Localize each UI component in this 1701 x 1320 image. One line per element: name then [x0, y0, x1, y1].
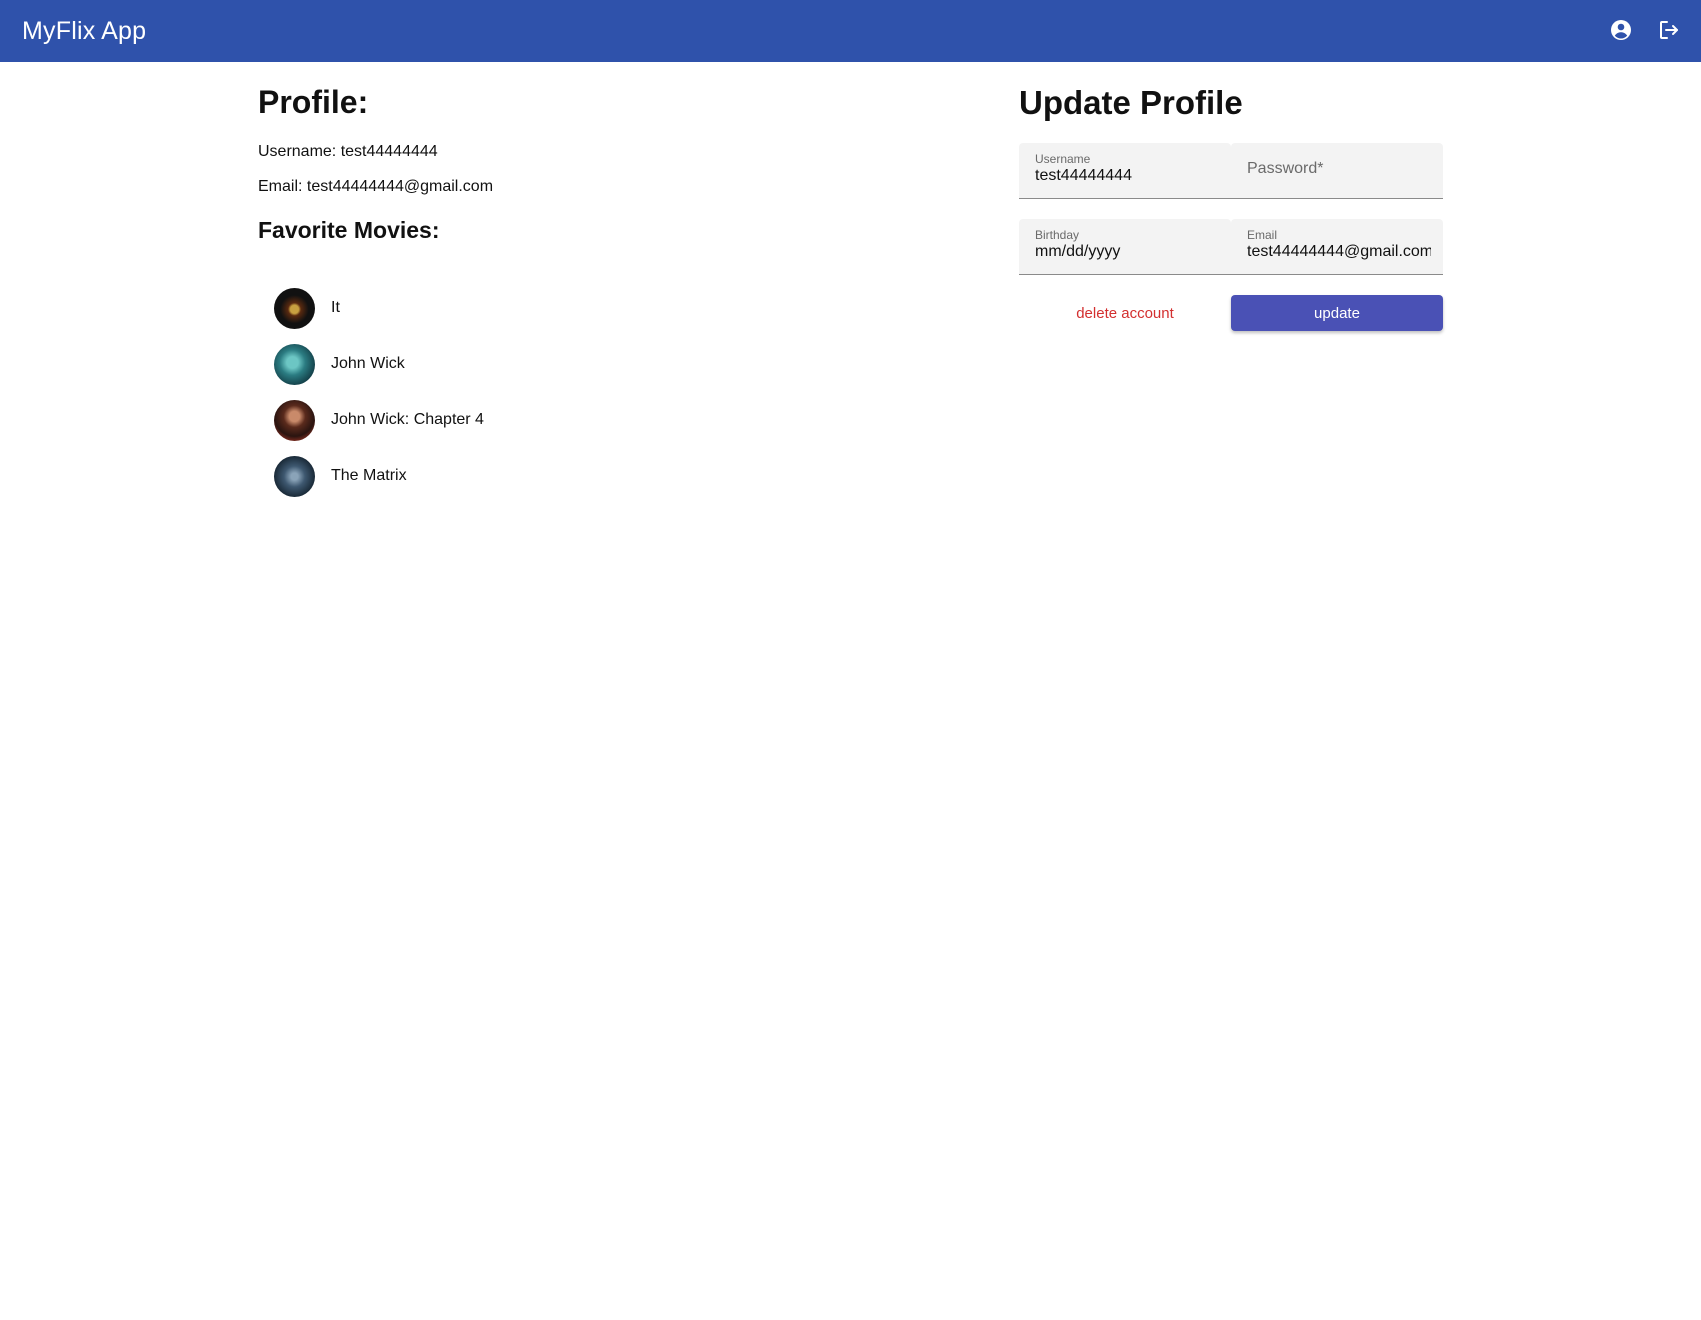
account-button[interactable]	[1597, 6, 1645, 54]
favorite-movies-list: It John Wick John Wick: Chapter 4 The Ma…	[274, 280, 484, 504]
username-label: Username	[1035, 152, 1091, 166]
movie-poster-avatar	[274, 343, 315, 385]
movie-poster-avatar	[274, 287, 315, 329]
birthday-input[interactable]	[1035, 243, 1219, 261]
birthday-label: Birthday	[1035, 228, 1080, 242]
movie-title: The Matrix	[331, 467, 407, 484]
logout-button[interactable]	[1645, 6, 1693, 54]
account-circle-icon	[1611, 20, 1631, 40]
username-field[interactable]: Username	[1019, 143, 1231, 199]
username-input[interactable]	[1035, 167, 1219, 185]
favorite-movie-item[interactable]: John Wick: Chapter 4	[274, 392, 484, 448]
movie-title: John Wick: Chapter 4	[331, 411, 484, 428]
favorite-movie-item[interactable]: John Wick	[274, 336, 484, 392]
profile-heading: Profile:	[258, 84, 369, 120]
update-profile-heading: Update Profile	[1019, 84, 1243, 121]
email-input[interactable]	[1247, 243, 1431, 261]
profile-username: Username: test44444444	[258, 143, 438, 160]
movie-title: It	[331, 299, 340, 316]
birthday-field[interactable]: Birthday	[1019, 219, 1231, 275]
profile-email: Email: test44444444@gmail.com	[258, 178, 494, 195]
movie-title: John Wick	[331, 355, 405, 372]
favorite-movie-item[interactable]: The Matrix	[274, 448, 484, 504]
email-field[interactable]: Email	[1231, 219, 1443, 275]
movie-poster-avatar	[274, 399, 315, 441]
app-title[interactable]: MyFlix App	[22, 17, 146, 46]
email-label: Email	[1247, 228, 1278, 242]
delete-account-button[interactable]: delete account	[1019, 295, 1231, 331]
favorite-movie-item[interactable]: It	[274, 280, 484, 336]
update-button[interactable]: update	[1231, 295, 1443, 331]
password-field[interactable]	[1231, 143, 1443, 199]
favorites-heading: Favorite Movies:	[258, 217, 440, 243]
logout-icon	[1660, 21, 1678, 39]
app-bar: MyFlix App	[0, 0, 1701, 62]
movie-poster-avatar	[274, 455, 315, 497]
password-input[interactable]	[1247, 160, 1431, 178]
